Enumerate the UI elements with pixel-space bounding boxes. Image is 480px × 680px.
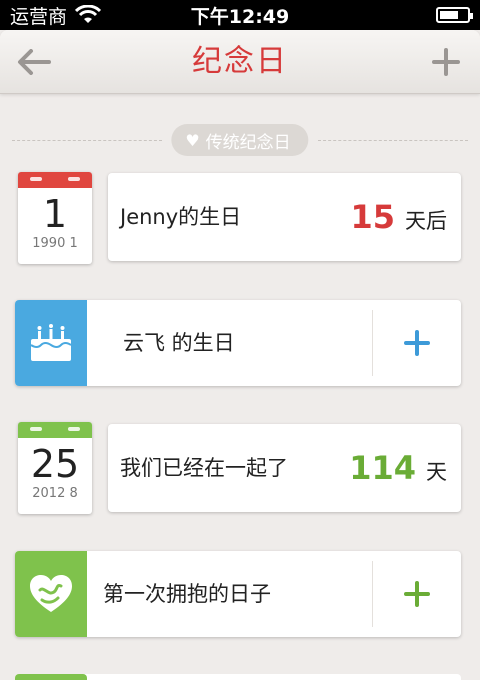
add-anniversary-button[interactable] [373, 551, 461, 637]
event-name: 我们已经在一起了 [120, 456, 288, 480]
section-pill: ♥ 传统纪念日 [171, 124, 309, 156]
nav-bar: 纪念日 [0, 30, 480, 94]
event-card[interactable]: 我们已经在一起了 114 天 [108, 424, 461, 512]
heart-icon: ♥ [185, 130, 200, 150]
divider [12, 140, 162, 141]
calendar-day: 1 [42, 192, 68, 236]
calendar-year-month: 1990 1 [32, 236, 78, 251]
plus-icon [404, 330, 430, 356]
calendar-tile: 25 2012 8 [18, 422, 92, 514]
suggestion-icon-box [15, 551, 87, 637]
event-countdown: 15 天后 [350, 173, 447, 267]
suggestion-icon-box [15, 674, 87, 680]
page-title: 纪念日 [192, 44, 288, 79]
calendar-tile: 1 1990 1 [18, 172, 92, 264]
section-label: 传统纪念日 [205, 132, 291, 153]
suggestion-card[interactable]: 云飞 的生日 [15, 300, 461, 386]
wifi-icon [75, 5, 102, 23]
carrier-label: 运营商 [10, 5, 68, 28]
event-unit: 天 [426, 460, 447, 484]
suggestion-card[interactable]: 第一次拥抱的日子 [15, 551, 461, 637]
event-unit: 天后 [405, 209, 447, 233]
battery-icon [436, 7, 473, 23]
event-count: 114 [349, 449, 416, 487]
status-bar: 运营商 下午12:49 [0, 0, 480, 30]
birthday-cake-icon [30, 324, 72, 361]
suggestion-label: 第一次拥抱的日子 [103, 582, 271, 606]
calendar-header [18, 172, 92, 188]
battery-fill [440, 11, 459, 19]
hug-heart-icon [30, 575, 72, 612]
add-button[interactable] [424, 42, 468, 82]
calendar-year-month: 2012 8 [32, 486, 78, 501]
add-anniversary-button[interactable] [373, 300, 461, 386]
event-count: 15 [350, 198, 395, 236]
suggestion-label: 云飞 的生日 [123, 331, 235, 355]
suggestion-icon-box [15, 300, 87, 386]
status-time: 下午12:49 [190, 5, 290, 28]
plus-icon [432, 48, 460, 76]
event-card[interactable]: Jenny的生日 15 天后 [108, 173, 461, 261]
section-header: ♥ 传统纪念日 [0, 122, 480, 158]
status-left: 运营商 [10, 2, 102, 29]
calendar-day: 25 [30, 442, 80, 486]
calendar-header [18, 422, 92, 438]
divider [318, 140, 468, 141]
plus-icon [404, 581, 430, 607]
event-countdown: 114 天 [349, 424, 447, 518]
event-name: Jenny的生日 [120, 205, 242, 229]
